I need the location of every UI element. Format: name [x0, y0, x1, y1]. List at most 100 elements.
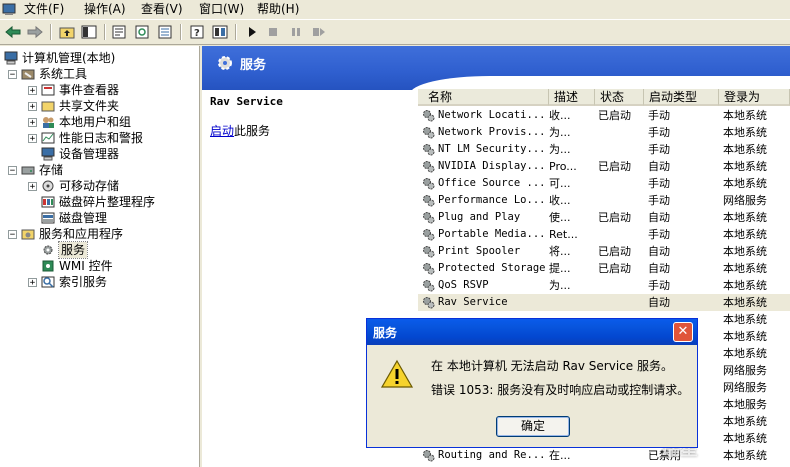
warning-icon — [380, 359, 414, 389]
gear-icon — [423, 161, 435, 173]
tree-item-local-users[interactable]: + 本地用户和组 — [28, 114, 131, 130]
collapse-toggle[interactable]: − — [8, 69, 17, 79]
tree-label-services: 服务 — [57, 241, 89, 259]
service-startup-type: 手动 — [648, 194, 670, 207]
table-row[interactable]: Rav Service 自动 本地系统 — [418, 294, 790, 311]
device-manager-icon — [41, 147, 55, 161]
service-logon-as: 网络服务 — [723, 194, 767, 207]
console-tree[interactable]: 计算机管理(本地) − 系统工具 + 事件查看器 + 共享文件夹 + 本地用户和… — [0, 46, 200, 467]
column-header-logon-as[interactable]: 登录为 — [719, 89, 790, 106]
tree-item-system-tools[interactable]: − 系统工具 — [8, 66, 87, 82]
table-row[interactable]: Office Source ... 可... 手动 本地系统 — [418, 175, 790, 192]
gear-icon — [423, 450, 435, 462]
help-icon[interactable]: ? — [188, 23, 206, 41]
service-logon-as: 本地系统 — [723, 160, 767, 173]
service-description: 提... — [549, 262, 571, 275]
start-service-link[interactable]: 启动 — [210, 124, 234, 138]
play-icon[interactable] — [243, 23, 261, 41]
expand-toggle[interactable]: + — [28, 101, 37, 111]
tree-item-shared-folders[interactable]: + 共享文件夹 — [28, 98, 119, 114]
window-icon[interactable] — [2, 2, 16, 16]
menu-help[interactable]: 帮助(H) — [257, 1, 299, 17]
back-arrow-icon[interactable] — [4, 23, 22, 41]
service-logon-as: 本地服务 — [723, 398, 767, 411]
tree-label-shared-folders: 共享文件夹 — [59, 99, 120, 113]
export-list-icon[interactable] — [156, 23, 174, 41]
column-header-description[interactable]: 描述 — [549, 89, 595, 106]
shared-folder-icon — [41, 99, 55, 113]
column-header-startup-type[interactable]: 启动类型 — [644, 89, 719, 106]
service-description: 在... — [549, 449, 571, 462]
tree-item-services[interactable]: 服务 — [41, 241, 89, 259]
service-logon-as: 本地系统 — [723, 245, 767, 258]
column-header-status[interactable]: 状态 — [595, 89, 644, 106]
dialog-titlebar[interactable]: 服务 ✕ — [367, 319, 697, 345]
toolbar: ? — [0, 19, 790, 45]
ok-button[interactable]: 确定 — [496, 416, 570, 437]
tree-item-event-viewer[interactable]: + 事件查看器 — [28, 82, 119, 98]
defrag-icon — [41, 195, 55, 209]
gear-icon — [423, 144, 435, 156]
table-row[interactable]: Protected Storage 提... 已启动 自动 本地系统 — [418, 260, 790, 277]
column-header-name[interactable]: 名称 — [418, 89, 549, 106]
tree-item-removable[interactable]: + 可移动存储 — [28, 178, 119, 194]
table-row[interactable]: NVIDIA Display... Pro... 已启动 自动 本地系统 — [418, 158, 790, 175]
service-name: Network Provis... — [438, 126, 546, 138]
tree-item-services-apps[interactable]: − 服务和应用程序 — [8, 226, 123, 242]
tree-item-disk-mgmt[interactable]: 磁盘管理 — [41, 210, 107, 226]
tree-label-defrag: 磁盘碎片整理程序 — [59, 195, 156, 209]
up-folder-icon[interactable] — [58, 23, 76, 41]
properties-icon[interactable] — [110, 23, 128, 41]
tree-item-wmi[interactable]: WMI 控件 — [41, 258, 113, 274]
table-row[interactable]: NT LM Security... 为... 手动 本地系统 — [418, 141, 790, 158]
collapse-toggle[interactable]: − — [8, 165, 17, 175]
tree-item-indexing[interactable]: + 索引服务 — [28, 274, 107, 290]
tree-item-root[interactable]: 计算机管理(本地) — [4, 50, 115, 66]
menu-view[interactable]: 查看(V) — [141, 1, 183, 17]
table-row[interactable]: Performance Lo... 收... 手动 网络服务 — [418, 192, 790, 209]
menu-action[interactable]: 操作(A) — [84, 1, 126, 17]
tree-item-storage[interactable]: − 存储 — [8, 162, 63, 178]
service-name: Office Source ... — [438, 177, 546, 189]
service-logon-as: 网络服务 — [723, 364, 767, 377]
tree-item-device-manager[interactable]: 设备管理器 — [41, 146, 119, 162]
stop-icon[interactable] — [264, 23, 282, 41]
service-description: 可... — [549, 177, 571, 190]
expand-toggle[interactable]: + — [28, 277, 37, 287]
services-header: 服务 — [202, 46, 790, 96]
restart-icon[interactable] — [310, 23, 328, 41]
service-logon-as: 网络服务 — [723, 381, 767, 394]
tools-icon — [21, 67, 35, 81]
service-startup-type: 手动 — [648, 143, 670, 156]
expand-toggle[interactable]: + — [28, 181, 37, 191]
service-startup-type: 自动 — [648, 245, 670, 258]
expand-toggle[interactable]: + — [28, 85, 37, 95]
table-row[interactable]: QoS RSVP 为... 手动 本地系统 — [418, 277, 790, 294]
table-row[interactable]: Network Provis... 为... 手动 本地系统 — [418, 124, 790, 141]
forward-arrow-icon[interactable] — [26, 23, 44, 41]
show-hide-tree-icon[interactable] — [80, 23, 98, 41]
performance-icon — [41, 131, 55, 145]
collapse-toggle[interactable]: − — [8, 229, 17, 239]
tree-item-defrag[interactable]: 磁盘碎片整理程序 — [41, 194, 155, 210]
close-icon[interactable]: ✕ — [673, 322, 693, 342]
service-name: Network Locati... — [438, 109, 546, 121]
console-icon[interactable] — [211, 23, 229, 41]
table-row[interactable]: Print Spooler 将... 已启动 自动 本地系统 — [418, 243, 790, 260]
table-row[interactable]: Portable Media... Ret... 手动 本地系统 — [418, 226, 790, 243]
menu-file[interactable]: 文件(F) — [24, 1, 64, 17]
gear-icon — [423, 212, 435, 224]
expand-toggle[interactable]: + — [28, 117, 37, 127]
error-dialog: 服务 ✕ 在 本地计算机 无法启动 Rav Service 服务。 错误 105… — [366, 318, 698, 448]
service-description: Pro... — [549, 160, 577, 173]
dialog-title: 服务 — [373, 326, 398, 340]
table-row[interactable]: Network Locati... 收... 已启动 手动 本地系统 — [418, 107, 790, 124]
expand-toggle[interactable]: + — [28, 133, 37, 143]
tree-label-device-manager: 设备管理器 — [59, 147, 120, 161]
refresh-icon[interactable] — [133, 23, 151, 41]
menu-window[interactable]: 窗口(W) — [199, 1, 244, 17]
tree-item-perf-logs[interactable]: + 性能日志和警报 — [28, 130, 143, 146]
service-startup-type: 手动 — [648, 279, 670, 292]
table-row[interactable]: Plug and Play 使... 已启动 自动 本地系统 — [418, 209, 790, 226]
pause-icon[interactable] — [287, 23, 305, 41]
